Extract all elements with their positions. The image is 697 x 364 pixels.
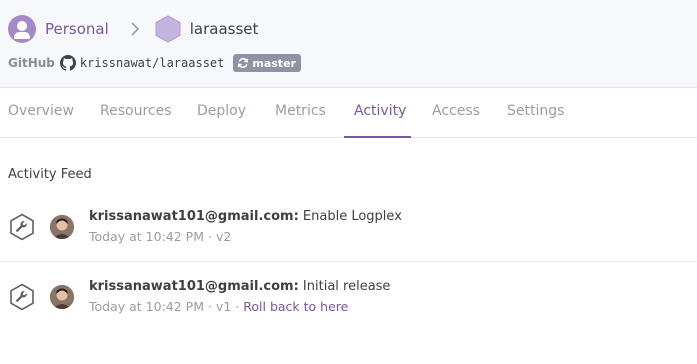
wrench-icon [10,283,34,311]
active-tab-indicator [344,136,411,138]
activity-description: krissanawat101@gmail.com: Initial releas… [89,279,390,294]
activity-action: Initial release [302,279,391,294]
activity-item: krissanawat101@gmail.com: Initial releas… [0,262,697,332]
breadcrumb: Personal laraasset [8,15,258,43]
breadcrumb-app[interactable]: laraasset [190,20,259,38]
activity-user: krissanawat101@gmail.com: [89,279,299,294]
user-avatar [50,285,74,309]
tab-access[interactable]: Access [432,88,480,138]
hexagon-icon [155,15,181,43]
wrench-icon [10,213,34,241]
meta-separator: · [207,299,212,314]
repo-info: GitHub krissnawat/laraasset master [8,53,301,73]
meta-separator: · [235,299,240,314]
chevron-right-icon [131,22,139,36]
tab-deploy[interactable]: Deploy [197,88,246,138]
app-header: Personal laraasset GitHub krissnawat/lar… [0,0,697,88]
tab-activity[interactable]: Activity [354,88,406,138]
person-avatar-icon[interactable] [8,15,36,43]
app-tabs: Overview Resources Deploy Metrics Activi… [0,88,697,138]
tab-metrics[interactable]: Metrics [275,88,326,138]
branch-name: master [252,56,296,70]
tab-overview[interactable]: Overview [8,88,74,138]
activity-feed-title: Activity Feed [8,167,92,182]
activity-item: krissanawat101@gmail.com: Enable Logplex… [0,192,697,262]
rollback-link[interactable]: Roll back to here [243,299,348,314]
tab-settings[interactable]: Settings [507,88,564,138]
tab-resources[interactable]: Resources [100,88,172,138]
activity-time: Today at 10:42 PM [89,229,204,244]
branch-badge[interactable]: master [233,54,301,72]
user-avatar [50,215,74,239]
github-icon [59,55,76,71]
breadcrumb-owner[interactable]: Personal [45,20,109,38]
activity-meta: Today at 10:42 PM · v2 [89,229,231,244]
activity-meta: Today at 10:42 PM · v1 · Roll back to he… [89,299,348,314]
activity-description: krissanawat101@gmail.com: Enable Logplex [89,209,402,224]
release-version: v1 [215,299,232,314]
repo-name-link[interactable]: krissnawat/laraasset [80,56,225,70]
activity-time: Today at 10:42 PM [89,299,204,314]
meta-separator: · [207,229,212,244]
repo-provider-label: GitHub [8,56,55,70]
activity-user: krissanawat101@gmail.com: [89,209,299,224]
release-version: v2 [215,229,232,244]
sync-icon [238,58,249,68]
activity-action: Enable Logplex [302,209,402,224]
